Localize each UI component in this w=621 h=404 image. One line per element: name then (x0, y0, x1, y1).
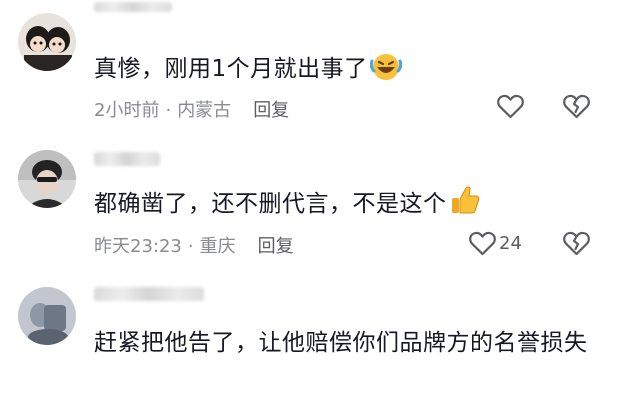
meta-separator: · (165, 100, 172, 121)
comment-time: 2小时前 (94, 100, 160, 121)
thumbs-up-emoji (449, 184, 481, 227)
broken-heart-icon (563, 94, 590, 119)
avatar[interactable] (18, 287, 76, 345)
avatar[interactable] (18, 13, 76, 71)
comment-body: 都确凿了，还不删代言，不是这个 (94, 191, 447, 217)
comment-time: 昨天23:23 (94, 236, 182, 257)
username-blurred[interactable] (94, 287, 204, 301)
like-button[interactable]: 24 (469, 231, 522, 256)
dislike-button[interactable] (563, 231, 590, 256)
comment-item: 真惨，刚用1个月就出事了 2小时前 · 内蒙古 回复 (0, 0, 621, 130)
broken-heart-icon (563, 231, 590, 256)
comment-text: 赶紧把他告了，让他赔偿你们品牌方的名誉损失 (94, 324, 601, 362)
heart-icon (469, 231, 496, 256)
comment-text: 都确凿了，还不删代言，不是这个 (94, 184, 601, 227)
comment-location: 重庆 (199, 236, 236, 257)
avatar[interactable] (18, 150, 76, 208)
like-count: 24 (499, 233, 522, 254)
username-blurred[interactable] (94, 2, 172, 12)
comment-meta: 昨天23:23 · 重庆 回复 (94, 232, 294, 258)
rolling-laughing-emoji (369, 51, 402, 92)
comment-text: 真惨，刚用1个月就出事了 (94, 51, 601, 92)
comment-item: 赶紧把他告了，让他赔偿你们品牌方的名誉损失 (0, 270, 621, 404)
heart-icon (497, 94, 524, 119)
meta-separator: · (187, 236, 194, 257)
comment-location: 内蒙古 (177, 100, 232, 121)
comment-body: 赶紧把他告了，让他赔偿你们品牌方的名誉损失 (94, 330, 588, 356)
comment-meta: 2小时前 · 内蒙古 回复 (94, 96, 289, 122)
reply-button[interactable]: 回复 (253, 100, 289, 121)
reply-button[interactable]: 回复 (258, 236, 294, 257)
comment-item: 都确凿了，还不删代言，不是这个 昨天23:23 · 重庆 回复 24 (0, 130, 621, 270)
dislike-button[interactable] (563, 94, 590, 119)
username-blurred[interactable] (94, 152, 160, 166)
like-button[interactable] (497, 94, 527, 119)
comment-body: 真惨，刚用1个月就出事了 (94, 56, 368, 82)
